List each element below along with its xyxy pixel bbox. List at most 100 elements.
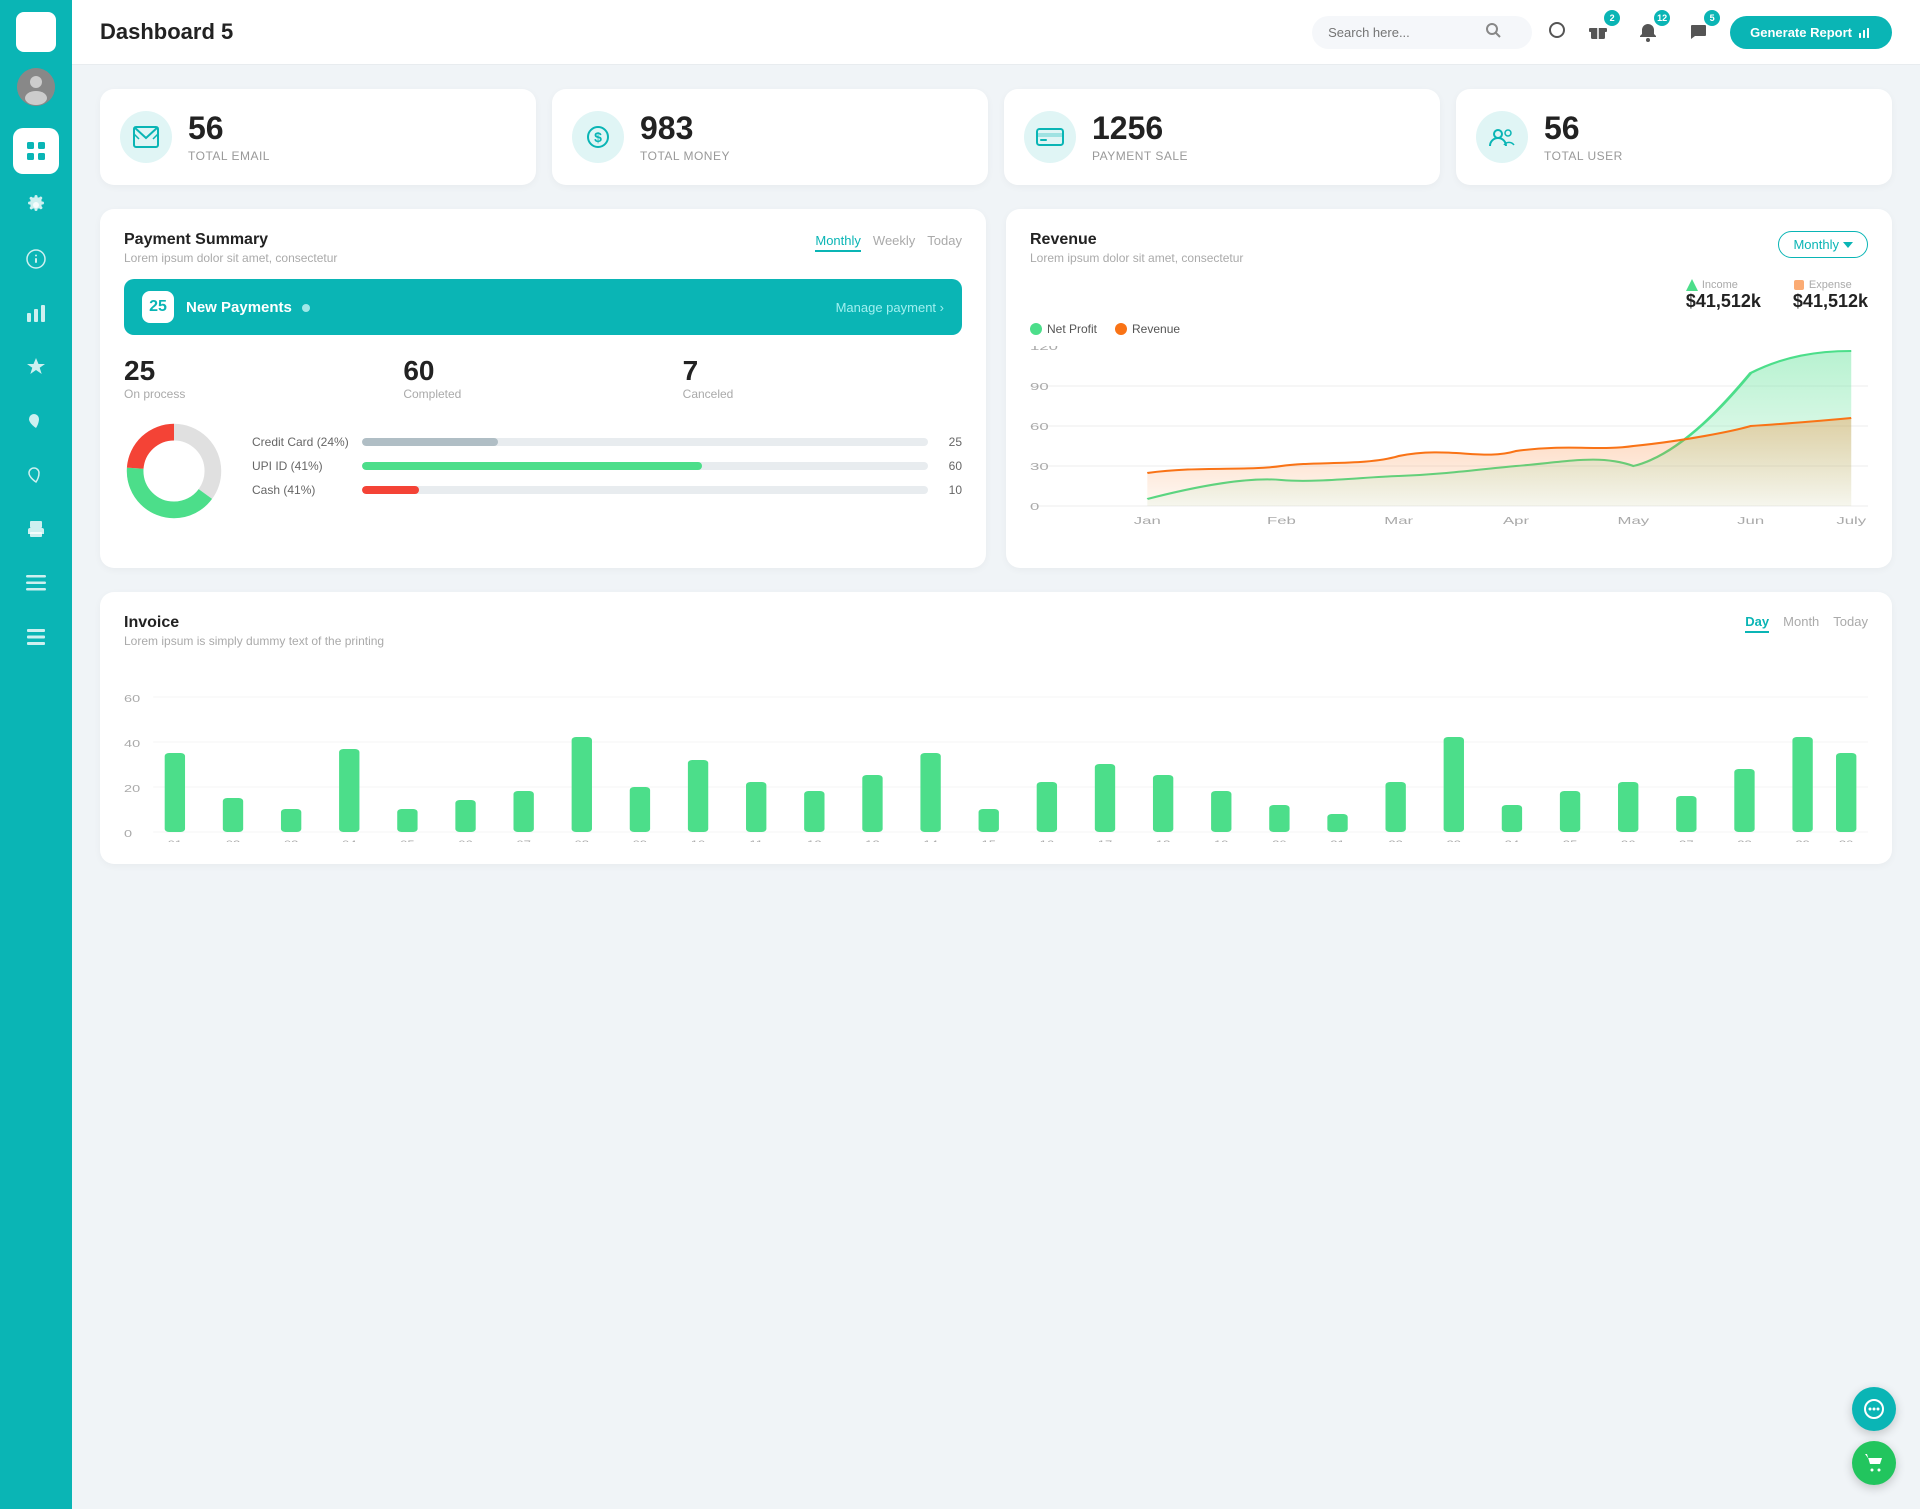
stat-on-process: 25 On process [124,355,403,401]
stat-label-user: TOTAL USER [1544,149,1623,163]
bar-label-cash: Cash (41%) [252,483,352,497]
payment-tab-weekly[interactable]: Weekly [873,231,915,252]
payment-tab-monthly[interactable]: Monthly [815,231,861,252]
invoice-title-area: Invoice Lorem ipsum is simply dummy text… [124,614,384,648]
bar-label-credit: Credit Card (24%) [252,435,352,449]
legend-net-profit: Net Profit [1030,322,1097,336]
sidebar-item-menu[interactable] [13,560,59,606]
generate-report-label: Generate Report [1750,25,1852,40]
stat3-label-process: On process [124,387,403,401]
bell-badge: 12 [1654,10,1670,26]
payment-tab-today[interactable]: Today [927,231,962,252]
stat-label-email: TOTAL EMAIL [188,149,270,163]
gift-badge: 2 [1604,10,1620,26]
notifications-bell[interactable]: 12 [1630,14,1666,50]
cart-float-button[interactable] [1852,1441,1896,1485]
stats-row: 56 TOTAL EMAIL $ 983 TOTAL MONEY [100,89,1892,185]
manage-payment-link[interactable]: Manage payment › [836,300,944,315]
invoice-tab-today[interactable]: Today [1833,614,1868,633]
income-value: $41,512k [1686,291,1761,312]
svg-text:$: $ [594,129,602,145]
stat-info-email: 56 TOTAL EMAIL [188,111,270,162]
invoice-bar-29 [1792,737,1812,832]
stat-card-payment-sale: 1256 PAYMENT SALE [1004,89,1440,185]
search-input[interactable] [1328,25,1478,40]
invoice-bar-30 [1836,753,1856,832]
stat3-label-canceled: Canceled [683,387,962,401]
svg-text:Mar: Mar [1384,515,1413,526]
notifications-gift[interactable]: 2 [1580,14,1616,50]
np-left: 25 New Payments [142,291,310,323]
svg-text:28: 28 [1737,840,1752,842]
revenue-legend: Net Profit Revenue [1030,322,1868,336]
invoice-bar-7 [513,791,533,832]
svg-text:Jun: Jun [1737,515,1764,526]
invoice-tab-month[interactable]: Month [1783,614,1819,633]
sidebar-item-star[interactable] [13,344,59,390]
invoice-bar-14 [920,753,940,832]
stat-number-user: 56 [1544,111,1623,146]
invoice-bar-2 [223,798,243,832]
stat-icon-user [1476,111,1528,163]
bar-row-credit: Credit Card (24%) 25 [252,435,962,449]
invoice-bar-24 [1502,805,1522,832]
svg-text:27: 27 [1679,840,1694,842]
generate-report-button[interactable]: Generate Report [1730,16,1892,49]
svg-text:17: 17 [1098,840,1113,842]
sidebar-item-dashboard[interactable] [13,128,59,174]
stat-label-money: TOTAL MONEY [640,149,730,163]
svg-text:26: 26 [1621,840,1636,842]
notifications-chat[interactable]: 5 [1680,14,1716,50]
invoice-tab-day[interactable]: Day [1745,614,1769,633]
stat-icon-email [120,111,172,163]
sidebar-item-heart2[interactable] [13,452,59,498]
stat3-num-process: 25 [124,355,403,387]
main-content: Dashboard 5 2 [72,0,1920,1509]
svg-text:21: 21 [1330,840,1345,842]
svg-text:25: 25 [1563,840,1578,842]
revenue-svg: 0 30 60 90 120 [1030,346,1868,546]
np-label: New Payments [186,299,310,316]
payment-summary-panel: Payment Summary Lorem ipsum dolor sit am… [100,209,986,568]
new-payments-bar: 25 New Payments Manage payment › [124,279,962,335]
svg-text:90: 90 [1030,381,1049,392]
svg-text:May: May [1618,515,1650,526]
chat-float-button[interactable] [1852,1387,1896,1431]
stat-number-email: 56 [188,111,270,146]
sidebar-item-info[interactable] [13,236,59,282]
stat-label-payment: PAYMENT SALE [1092,149,1188,163]
payment-bottom: Credit Card (24%) 25 UPI ID (41%) 60 [124,421,962,521]
sidebar-item-print[interactable] [13,506,59,552]
expense-label: Expense [1809,279,1852,291]
sidebar-item-list[interactable] [13,614,59,660]
sidebar-item-chart[interactable] [13,290,59,336]
invoice-bar-22 [1385,782,1405,832]
sidebar-item-settings[interactable] [13,182,59,228]
revenue-header: Revenue Lorem ipsum dolor sit amet, cons… [1030,231,1868,265]
svg-text:09: 09 [633,840,648,842]
invoice-tabs: Day Month Today [1745,614,1868,633]
bar-row-cash: Cash (41%) 10 [252,483,962,497]
stat3-label-completed: Completed [403,387,682,401]
payment-stats-3col: 25 On process 60 Completed 7 Canceled [124,355,962,401]
revenue-dropdown[interactable]: Monthly [1778,231,1868,258]
invoice-bar-13 [862,775,882,832]
invoice-bar-1 [165,753,185,832]
sidebar-item-favorites[interactable] [13,398,59,444]
stat-number-payment: 1256 [1092,111,1188,146]
invoice-bar-3 [281,809,301,832]
avatar[interactable] [17,68,55,106]
np-count: 25 [142,291,174,323]
invoice-bar-27 [1676,796,1696,832]
invoice-bar-9 [630,787,650,832]
svg-text:22: 22 [1388,840,1403,842]
svg-text:20: 20 [124,783,140,794]
invoice-bar-28 [1734,769,1754,832]
bar-val-cash: 10 [938,483,962,497]
invoice-subtitle: Lorem ipsum is simply dummy text of the … [124,634,384,648]
theme-toggle[interactable] [1548,21,1566,44]
search-bar [1312,16,1532,49]
payment-summary-title: Payment Summary [124,231,337,249]
expense-value: $41,512k [1793,291,1868,312]
svg-text:07: 07 [516,840,531,842]
